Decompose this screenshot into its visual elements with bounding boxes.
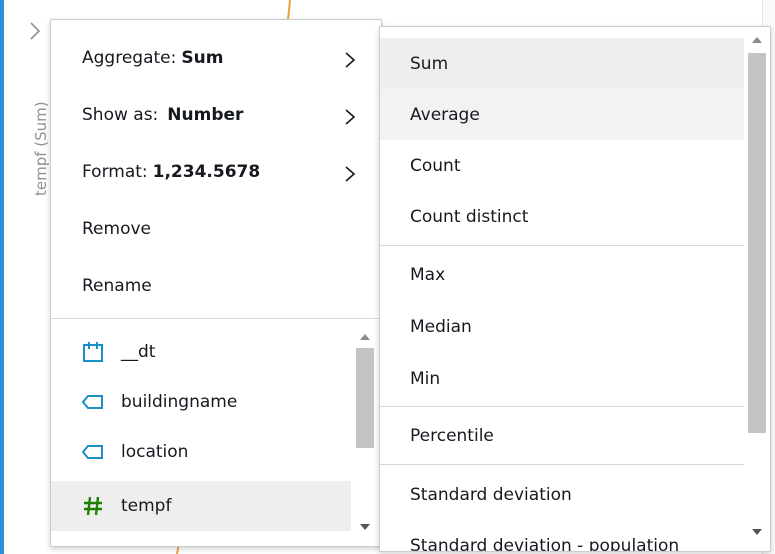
aggregate-option-stddev[interactable]: Standard deviation <box>380 469 744 520</box>
aggregate-option-max[interactable]: Max <box>380 249 744 300</box>
aggregate-option-min[interactable]: Min <box>380 353 744 404</box>
axis-label-text: tempf (Sum) <box>32 101 50 196</box>
field-name: buildingname <box>121 392 238 412</box>
menu-divider <box>380 406 744 407</box>
aggregate-label: Aggregate: <box>82 48 177 68</box>
chevron-right-icon[interactable] <box>28 20 42 42</box>
aggregate-option-average[interactable]: Average <box>380 89 744 140</box>
dimension-tag-icon <box>82 391 104 413</box>
measure-hash-icon <box>82 495 104 517</box>
remove-label: Remove <box>82 219 151 239</box>
scroll-down-arrow-icon[interactable] <box>360 524 370 530</box>
option-label: Count distinct <box>410 206 529 227</box>
chevron-right-icon <box>345 52 356 68</box>
remove-menu-item[interactable]: Remove <box>51 201 381 257</box>
format-menu-item[interactable]: Format: 1,234.5678 <box>51 144 381 200</box>
scroll-down-arrow-icon[interactable] <box>752 529 762 535</box>
chart-frame-border <box>0 0 4 554</box>
field-context-menu: Aggregate: Sum Show as: Number Format: 1… <box>50 19 382 547</box>
rename-menu-item[interactable]: Rename <box>51 258 381 314</box>
menu-divider <box>380 245 744 246</box>
aggregate-option-percentile[interactable]: Percentile <box>380 410 744 461</box>
aggregate-option-median[interactable]: Median <box>380 301 744 352</box>
rename-label: Rename <box>82 276 152 296</box>
field-item-tempf[interactable]: tempf <box>51 481 351 531</box>
field-name: location <box>121 442 189 462</box>
option-label: Sum <box>410 53 449 74</box>
show-as-label: Show as: <box>82 105 159 125</box>
field-list-scrollbar[interactable] <box>356 331 374 536</box>
option-label: Min <box>410 368 441 389</box>
menu-divider <box>380 464 744 465</box>
aggregate-value: Sum <box>181 48 224 68</box>
menu-divider <box>51 318 381 319</box>
aggregate-option-sum[interactable]: Sum <box>380 38 744 89</box>
scrollbar-thumb[interactable] <box>356 348 374 448</box>
format-value: 1,234.5678 <box>152 162 261 182</box>
chevron-right-icon <box>345 166 356 182</box>
option-label: Average <box>410 104 480 125</box>
aggregate-option-count[interactable]: Count <box>380 140 744 191</box>
field-name: tempf <box>121 496 172 516</box>
show-as-menu-item[interactable]: Show as: Number <box>51 87 381 143</box>
y-axis-field-label[interactable]: tempf (Sum) <box>22 52 52 202</box>
option-label: Percentile <box>410 425 494 446</box>
calendar-icon <box>82 341 104 363</box>
option-label: Median <box>410 316 472 337</box>
aggregate-menu-item[interactable]: Aggregate: Sum <box>51 30 381 86</box>
field-item-location[interactable]: location <box>51 427 351 477</box>
scrollbar-thumb[interactable] <box>748 53 766 433</box>
option-label: Standard deviation <box>410 484 572 505</box>
chevron-right-icon <box>345 109 356 125</box>
option-label: Count <box>410 155 461 176</box>
option-label: Standard deviation - population <box>410 535 680 552</box>
format-label: Format: <box>82 162 148 182</box>
aggregate-option-stddev-population[interactable]: Standard deviation - population <box>380 520 744 552</box>
aggregate-submenu: Sum Average Count Count distinct Max Med… <box>379 26 771 552</box>
scroll-up-arrow-icon[interactable] <box>360 334 370 340</box>
field-item-dt[interactable]: __dt <box>51 327 351 377</box>
field-item-buildingname[interactable]: buildingname <box>51 377 351 427</box>
aggregate-option-count-distinct[interactable]: Count distinct <box>380 191 744 242</box>
option-label: Max <box>410 264 446 285</box>
submenu-scrollbar[interactable] <box>746 27 768 549</box>
field-name: __dt <box>121 342 156 362</box>
show-as-value: Number <box>167 105 244 125</box>
scroll-up-arrow-icon[interactable] <box>752 37 762 43</box>
dimension-tag-icon <box>82 441 104 463</box>
